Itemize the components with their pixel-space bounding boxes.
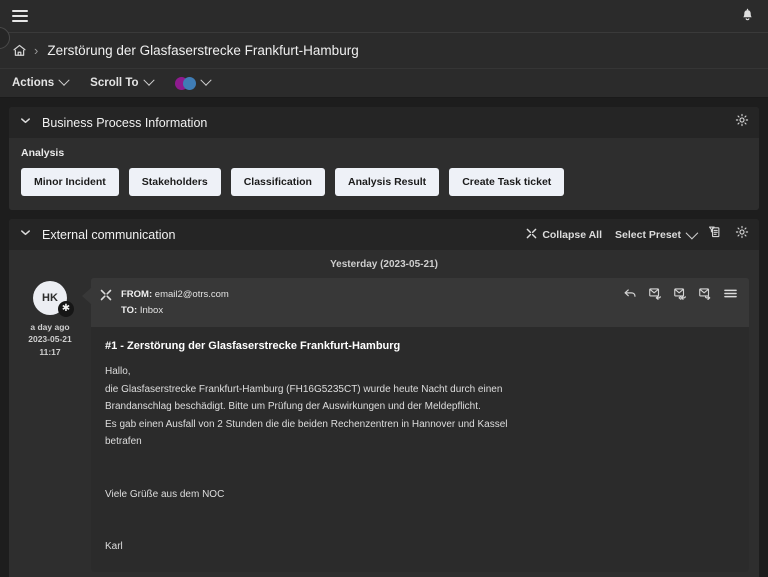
business-process-information-widget: Business Process Information Analysis Mi… (9, 107, 759, 210)
message-subject: #1 - Zerstörung der Glasfaserstrecke Fra… (105, 340, 735, 352)
message-header: FROM: email2@otrs.com TO: Inbox (91, 278, 749, 327)
stakeholders-button[interactable]: Stakeholders (129, 168, 221, 196)
minor-incident-button[interactable]: Minor Incident (21, 168, 119, 196)
scroll-to-label: Scroll To (90, 77, 138, 89)
message-relative-time: a day ago (28, 321, 71, 333)
reply-mail-icon[interactable] (648, 287, 663, 302)
collapse-icon[interactable] (100, 288, 112, 300)
message-time: 11:17 (28, 346, 71, 358)
filter-document-icon[interactable] (708, 225, 722, 244)
message-actions (623, 287, 738, 302)
to-value: Inbox (140, 305, 163, 316)
chevron-down-icon[interactable] (19, 114, 32, 132)
message-sender-aside: HK ✱ a day ago 2023-05-21 11:17 (19, 278, 81, 572)
external-communication-header: External communication Collapse All Sele… (9, 219, 759, 250)
top-bar (0, 0, 768, 32)
external-communication-title: External communication (42, 228, 175, 242)
chevron-down-icon (200, 75, 211, 86)
scroll-to-menu-button[interactable]: Scroll To (90, 77, 152, 89)
actions-menu-button[interactable]: Actions (12, 77, 68, 89)
analysis-button-group: Minor Incident Stakeholders Classificati… (21, 168, 747, 196)
gear-icon[interactable] (735, 225, 749, 244)
collapse-all-label: Collapse All (542, 229, 602, 241)
asterisk-icon: ✱ (58, 301, 74, 317)
two-overlapping-circles-icon (175, 77, 196, 90)
day-divider: Yesterday (2023-05-21) (9, 250, 759, 278)
collapse-all-button[interactable]: Collapse All (526, 228, 602, 242)
hamburger-bar (12, 15, 28, 17)
collapse-icon (526, 228, 537, 242)
circle-blue (183, 77, 196, 90)
from-label: FROM: (121, 289, 152, 300)
external-communication-widget: External communication Collapse All Sele… (9, 219, 759, 577)
business-process-header: Business Process Information (9, 107, 759, 138)
external-communication-body: Yesterday (2023-05-21) HK ✱ a day ago 20… (9, 250, 759, 577)
hamburger-bar (12, 10, 28, 12)
chevron-down-icon (59, 75, 70, 86)
to-label: TO: (121, 305, 137, 316)
reply-icon[interactable] (623, 287, 638, 302)
breadcrumb-separator: › (34, 43, 38, 58)
message-content: #1 - Zerstörung der Glasfaserstrecke Fra… (91, 327, 749, 572)
business-process-title: Business Process Information (42, 116, 207, 130)
chevron-down-icon (143, 75, 154, 86)
page-title: Zerstörung der Glasfaserstrecke Frankfur… (47, 43, 358, 58)
color-tags-button[interactable] (175, 77, 210, 90)
select-preset-label: Select Preset (615, 229, 681, 241)
chevron-down-icon (686, 227, 699, 240)
business-process-body: Analysis Minor Incident Stakeholders Cla… (9, 138, 759, 210)
analysis-label: Analysis (21, 147, 747, 159)
create-task-ticket-button[interactable]: Create Task ticket (449, 168, 564, 196)
from-value: email2@otrs.com (155, 289, 229, 300)
gear-icon[interactable] (735, 113, 749, 132)
actions-menu-label: Actions (12, 77, 54, 89)
chevron-down-icon[interactable] (19, 226, 32, 244)
bubble-pointer (82, 287, 92, 305)
message-bubble: FROM: email2@otrs.com TO: Inbox (91, 278, 749, 572)
message-body: Hallo, die Glasfaserstrecke Frankfurt-Ha… (105, 363, 735, 556)
bell-icon[interactable] (738, 7, 756, 25)
hamburger-bar (12, 20, 28, 22)
reply-all-mail-icon[interactable] (673, 287, 688, 302)
message-item: HK ✱ a day ago 2023-05-21 11:17 (9, 278, 759, 572)
classification-button[interactable]: Classification (231, 168, 325, 196)
analysis-result-button[interactable]: Analysis Result (335, 168, 439, 196)
breadcrumb: › Zerstörung der Glasfaserstrecke Frankf… (0, 32, 768, 68)
message-timestamp: a day ago 2023-05-21 11:17 (28, 321, 71, 358)
home-icon[interactable] (12, 43, 27, 58)
hamburger-icon[interactable] (12, 10, 28, 22)
more-menu-icon[interactable] (723, 287, 738, 302)
message-date: 2023-05-21 (28, 333, 71, 345)
select-preset-dropdown[interactable]: Select Preset (615, 229, 695, 241)
actions-toolbar: Actions Scroll To (0, 68, 768, 98)
forward-mail-icon[interactable] (698, 287, 713, 302)
